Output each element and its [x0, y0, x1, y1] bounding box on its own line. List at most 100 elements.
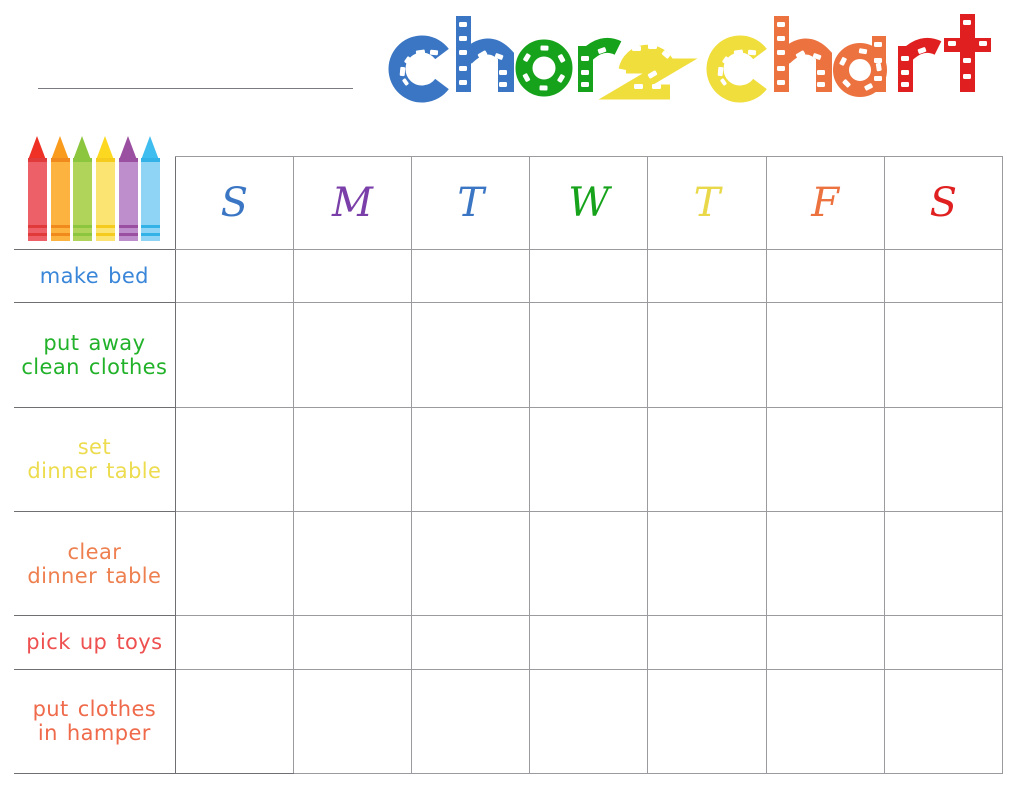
chore-checkbox-cell[interactable] — [765, 248, 885, 304]
chore-checkbox-cell[interactable] — [174, 615, 294, 670]
chore-checkbox-cell[interactable] — [411, 510, 531, 617]
title-letter-dash — [777, 66, 785, 71]
title-letter-dash — [874, 58, 882, 63]
title-letter-dash — [777, 22, 785, 27]
chore-checkbox-cell[interactable] — [292, 302, 413, 408]
chore-checkbox-cell[interactable] — [529, 406, 649, 512]
title-letter-dash — [874, 76, 882, 81]
chore-checkbox-cell[interactable] — [411, 615, 531, 670]
title-letter — [944, 14, 991, 92]
chore-checkbox-cell[interactable] — [647, 406, 767, 512]
chore-checkbox-cell[interactable] — [765, 406, 885, 512]
title-letter-dash — [632, 46, 641, 51]
title-letter-dash — [963, 20, 971, 25]
chore-checkbox-cell[interactable] — [411, 302, 531, 408]
chore-label-cell: pick up toys — [14, 615, 176, 670]
chore-table: S M T W T F S make bed put away clean clothes set… — [14, 156, 1004, 775]
chore-label-line: clean clothes — [21, 354, 168, 379]
page-title — [380, 2, 1020, 114]
title-letter-dash — [747, 49, 757, 56]
chore-label-line: put away — [43, 330, 146, 355]
title-letter-dash — [459, 22, 467, 27]
chore-checkbox-cell[interactable] — [883, 668, 1004, 775]
chore-checkbox-cell[interactable] — [883, 510, 1004, 617]
chore-checkbox-cell[interactable] — [292, 406, 413, 512]
chore-label-cell: clear dinner table — [14, 510, 176, 617]
title-letter-dash — [540, 45, 549, 51]
title-letter-dash — [979, 41, 987, 46]
chore-checkbox-cell[interactable] — [292, 510, 413, 617]
chore-checkbox-cell[interactable] — [647, 248, 767, 304]
chore-checkbox-cell[interactable] — [411, 406, 531, 512]
chore-checkbox-cell[interactable] — [765, 510, 885, 617]
chore-checkbox-cell[interactable] — [529, 510, 649, 617]
title-letter — [388, 35, 449, 103]
title-letter-dash — [459, 50, 467, 55]
title-letter-dash — [948, 41, 956, 46]
day-header-letter: S — [220, 180, 249, 226]
chore-checkbox-cell[interactable] — [529, 668, 649, 775]
title-letter — [456, 16, 514, 92]
title-letter — [578, 37, 622, 92]
chore-label-line: dinner table — [27, 563, 162, 588]
table-header-row: SMTWTFS — [14, 156, 1004, 250]
chore-label-cell: set dinner table — [14, 406, 176, 512]
chore-checkbox-cell[interactable] — [174, 406, 294, 512]
title-letter-dash — [499, 70, 507, 75]
chore-checkbox-cell[interactable] — [883, 248, 1004, 304]
chore-checkbox-cell[interactable] — [765, 615, 885, 670]
chore-checkbox-cell[interactable] — [411, 248, 531, 304]
chore-label-line: put clothes — [32, 697, 157, 722]
chore-label: set dinner table — [14, 435, 175, 483]
chore-label: put clothes in hamper — [14, 697, 175, 745]
title-letter-dash — [777, 50, 785, 55]
chore-label-line: set — [77, 435, 112, 460]
day-header-sunday: S — [174, 156, 294, 250]
title-letter-dash — [817, 82, 825, 87]
chore-label-line: in hamper — [37, 721, 151, 746]
chore-checkbox-cell[interactable] — [883, 615, 1004, 670]
day-header-wednesday: W — [529, 156, 649, 250]
chore-checkbox-cell[interactable] — [292, 668, 413, 775]
chore-checkbox-cell[interactable] — [529, 302, 649, 408]
chore-table-wrapper: S M T W T F S make bed put away clean clothes set… — [14, 156, 1004, 775]
chore-label: make bed — [14, 264, 175, 288]
chore-checkbox-cell[interactable] — [529, 615, 649, 670]
title-letter-dash — [459, 66, 467, 71]
chore-checkbox-cell[interactable] — [883, 406, 1004, 512]
chore-checkbox-cell[interactable] — [647, 615, 767, 670]
chore-checkbox-cell[interactable] — [174, 668, 294, 775]
title-letter-dash — [581, 56, 589, 61]
day-header-saturday: S — [883, 156, 1004, 250]
chore-checkbox-cell[interactable] — [174, 248, 294, 304]
title-letter-dash — [777, 36, 785, 41]
title-letter — [706, 35, 767, 103]
chore-checkbox-cell[interactable] — [765, 302, 885, 408]
chore-label-cell: put clothes in hamper — [14, 668, 176, 775]
chore-checkbox-cell[interactable] — [647, 302, 767, 408]
chore-checkbox-cell[interactable] — [174, 510, 294, 617]
title-letter-dash — [499, 82, 507, 87]
title-letter-dash — [581, 82, 589, 87]
chore-checkbox-cell[interactable] — [883, 302, 1004, 408]
title-letter — [515, 39, 573, 97]
chore-label-line: pick up toys — [26, 630, 163, 655]
chore-checkbox-cell[interactable] — [529, 248, 649, 304]
chore-checkbox-cell[interactable] — [411, 668, 531, 775]
title-letter-dash — [399, 66, 406, 77]
title-letter — [774, 16, 832, 92]
chore-label: pick up toys — [14, 630, 175, 654]
chore-checkbox-cell[interactable] — [292, 248, 413, 304]
day-header-letter: T — [693, 180, 721, 226]
title-letter-dash — [817, 70, 825, 75]
chore-checkbox-cell[interactable] — [174, 302, 294, 408]
chore-checkbox-cell[interactable] — [765, 668, 885, 775]
chore-checkbox-cell[interactable] — [647, 510, 767, 617]
day-header-letter: M — [332, 180, 373, 226]
day-header-letter: F — [811, 180, 840, 226]
chore-label-cell: put away clean clothes — [14, 302, 176, 408]
chore-checkbox-cell[interactable] — [292, 615, 413, 670]
chore-checkbox-cell[interactable] — [647, 668, 767, 775]
title-letter — [598, 44, 698, 100]
name-write-in-line[interactable] — [38, 88, 353, 89]
